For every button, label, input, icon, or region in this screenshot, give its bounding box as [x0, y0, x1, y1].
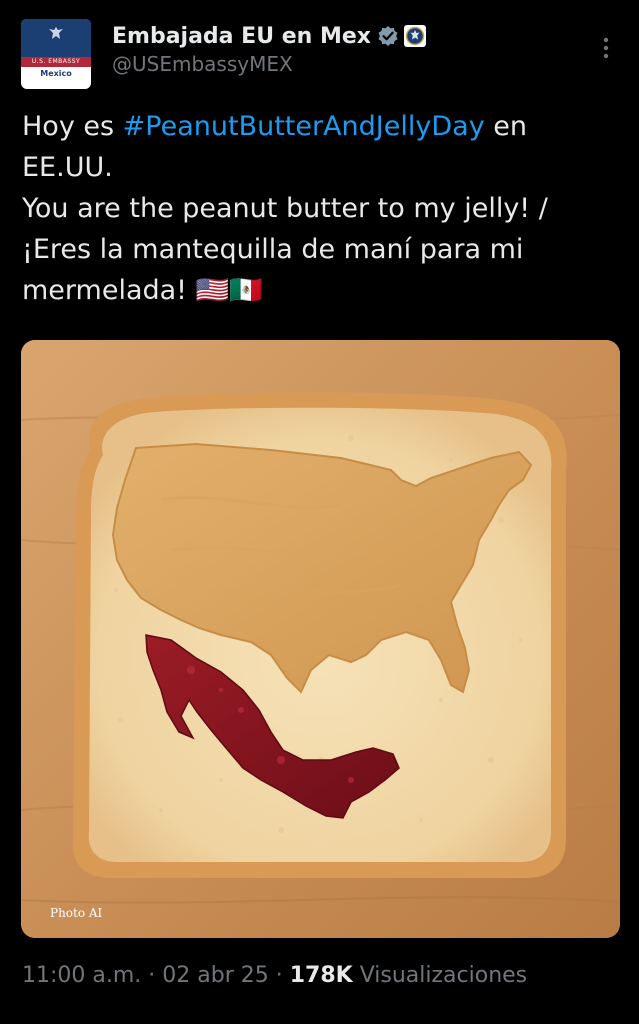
- photo-credit: Photo AI: [50, 906, 103, 920]
- eagle-icon: [49, 27, 63, 39]
- views-label: Visualizaciones: [352, 963, 528, 988]
- avatar-country-label: Mexico: [40, 69, 72, 78]
- tweet-line-english: You are the peanut butter to my jelly! /: [22, 193, 548, 224]
- avatar[interactable]: U.S. EMBASSY Mexico: [21, 19, 91, 89]
- verified-badge-icon[interactable]: [377, 25, 399, 47]
- meta-separator: ·: [141, 963, 163, 988]
- tweet-date[interactable]: 02 abr 25: [162, 963, 268, 988]
- tweet-line-spanish: ¡Eres la mantequilla de maní para mi mer…: [22, 234, 524, 306]
- tweet-text: Hoy es #PeanutButterAndJellyDay en EE.UU…: [22, 106, 622, 311]
- hashtag-link[interactable]: #PeanutButterAndJellyDay: [123, 111, 485, 142]
- meta-separator: ·: [268, 963, 290, 988]
- pbj-sandwich-illustration: [21, 340, 620, 938]
- avatar-embassy-label: U.S. EMBASSY: [21, 57, 91, 67]
- account-handle[interactable]: @USEmbassyMEX: [112, 52, 293, 76]
- views-count[interactable]: 178K: [290, 963, 353, 988]
- seal-badge-icon[interactable]: [403, 24, 427, 48]
- flags-emoji: 🇺🇸🇲🇽: [195, 275, 263, 306]
- tweet-meta: 11:00 a.m. · 02 abr 25 · 178K Visualizac…: [22, 963, 527, 988]
- tweet-text-prefix: Hoy es: [22, 111, 123, 142]
- tweet-image[interactable]: Photo AI: [21, 340, 620, 938]
- tweet-time[interactable]: 11:00 a.m.: [22, 963, 141, 988]
- account-name-row: Embajada EU en Mex: [112, 18, 427, 54]
- more-options-icon[interactable]: [596, 34, 616, 62]
- display-name[interactable]: Embajada EU en Mex: [112, 24, 371, 49]
